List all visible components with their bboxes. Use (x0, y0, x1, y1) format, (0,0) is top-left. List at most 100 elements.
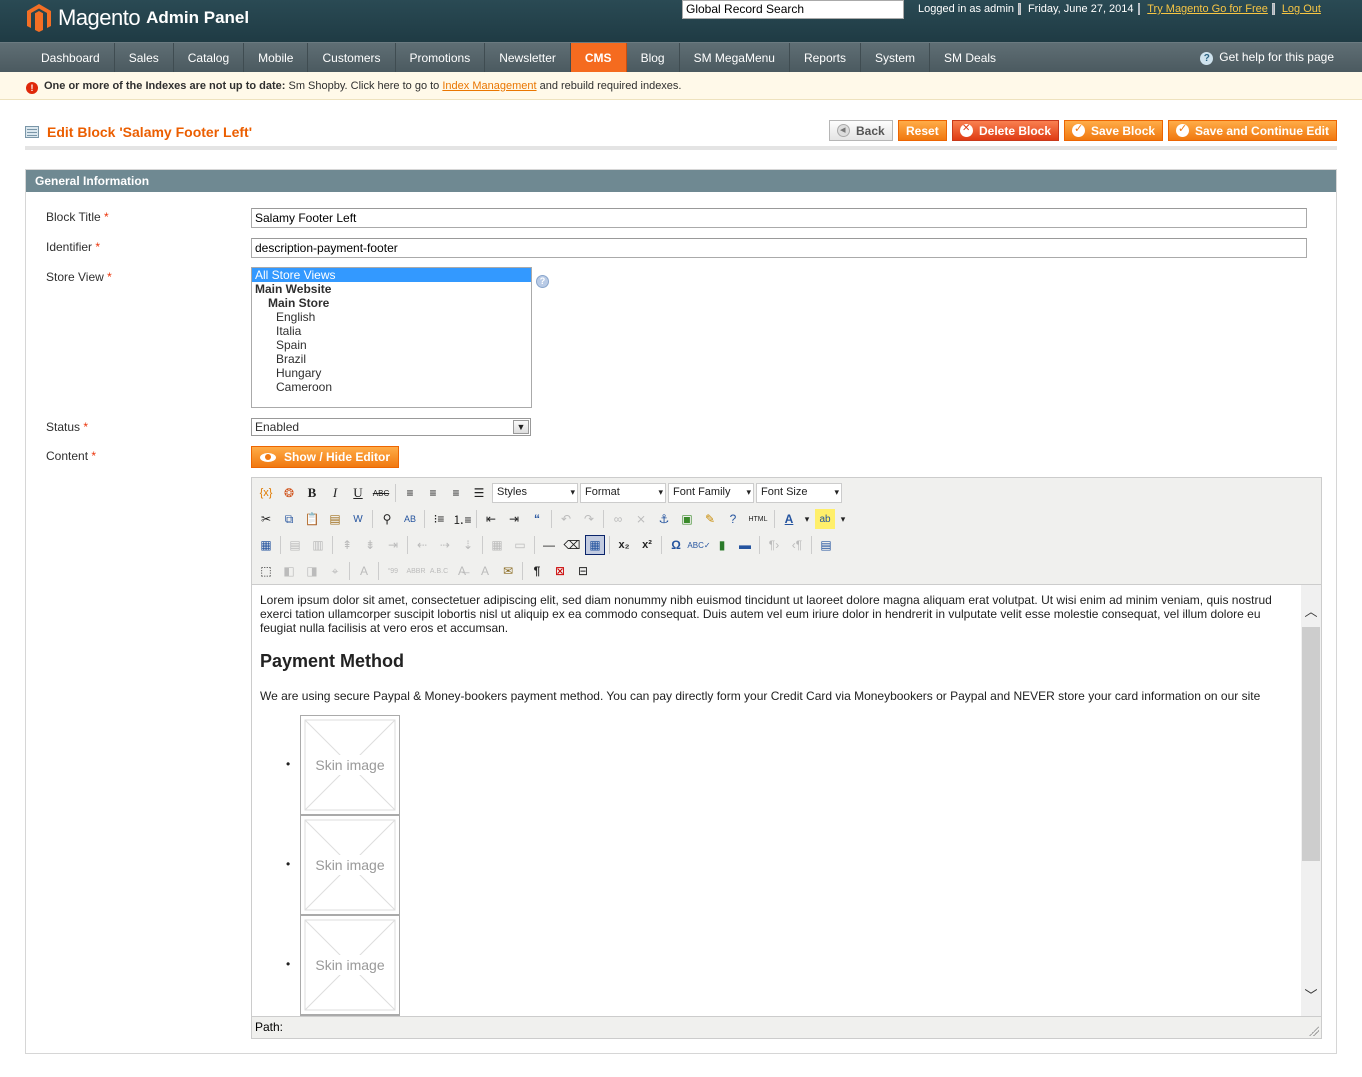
merge-cells-icon[interactable]: ▭ (510, 535, 530, 555)
blockquote-icon[interactable]: “ (527, 509, 547, 529)
preview-icon[interactable]: ▤ (816, 535, 836, 555)
save-block-button[interactable]: Save Block (1064, 120, 1164, 141)
store-option-all[interactable]: All Store Views (252, 268, 531, 282)
align-center-icon[interactable]: ≡ (423, 483, 443, 503)
col-before-icon[interactable]: ⇠ (412, 535, 432, 555)
delete-col-icon[interactable]: ⇣ (458, 535, 478, 555)
cut-icon[interactable]: ✂ (256, 509, 276, 529)
html-source-icon[interactable]: HTML (746, 509, 770, 529)
font-size-select[interactable]: Font Size (756, 483, 842, 503)
delete-row-icon[interactable]: ⇥ (383, 535, 403, 555)
align-left-icon[interactable]: ≡ (400, 483, 420, 503)
nav-promotions[interactable]: Promotions (396, 43, 486, 72)
nav-reports[interactable]: Reports (790, 43, 861, 72)
align-right-icon[interactable]: ≡ (446, 483, 466, 503)
acronym-icon[interactable]: A.B.C (429, 561, 449, 581)
skin-image-placeholder[interactable] (300, 1015, 400, 1016)
paste-text-icon[interactable]: ▤ (325, 509, 345, 529)
scroll-down-icon[interactable]: ﹀ (1304, 985, 1318, 1004)
global-search-input[interactable]: Global Record Search (682, 0, 904, 19)
special-char-icon[interactable]: Ω (666, 535, 686, 555)
delete-block-button[interactable]: Delete Block (952, 120, 1060, 141)
abbr-icon[interactable]: ABBR (406, 561, 426, 581)
skin-image-placeholder[interactable]: Skin image (300, 815, 400, 915)
format-select[interactable]: Format (580, 483, 666, 503)
store-option[interactable]: Hungary (252, 366, 531, 380)
copy-icon[interactable]: ⧉ (279, 509, 299, 529)
row-props-icon[interactable]: ▤ (285, 535, 305, 555)
store-view-multiselect[interactable]: All Store Views Main Website Main Store … (251, 267, 532, 408)
store-option[interactable]: Spain (252, 338, 531, 352)
show-blocks-icon[interactable]: ¶ (527, 561, 547, 581)
chevron-down-icon[interactable]: ▾ (802, 509, 812, 529)
indent-icon[interactable]: ⇥ (504, 509, 524, 529)
store-option[interactable]: Cameroon (252, 380, 531, 394)
move-backward-icon[interactable]: ◨ (302, 561, 322, 581)
help-circle-icon[interactable]: ? (723, 509, 743, 529)
help-link[interactable]: ? Get help for this page (1200, 50, 1334, 65)
nav-mobile[interactable]: Mobile (244, 43, 309, 72)
nav-newsletter[interactable]: Newsletter (485, 43, 571, 72)
rtl-icon[interactable]: ‹¶ (787, 535, 807, 555)
paste-word-icon[interactable]: W (348, 509, 368, 529)
italic-icon[interactable]: I (325, 483, 345, 503)
superscript-icon[interactable]: x² (637, 535, 657, 555)
index-management-link[interactable]: Index Management (442, 80, 536, 92)
scrollbar-thumb[interactable] (1302, 627, 1320, 861)
text-color-icon[interactable]: A (779, 509, 799, 529)
status-select[interactable]: Enabled ▼ (251, 418, 531, 436)
try-magento-link[interactable]: Try Magento Go for Free (1147, 3, 1268, 15)
horizontal-rule-icon[interactable]: — (539, 535, 559, 555)
anchor-icon[interactable]: ⚓ (654, 509, 674, 529)
back-button[interactable]: Back (829, 120, 893, 141)
store-option[interactable]: Brazil (252, 352, 531, 366)
insert-widget-icon[interactable]: ❂ (279, 483, 299, 503)
move-forward-icon[interactable]: ◧ (279, 561, 299, 581)
store-view-help-icon[interactable]: ? (536, 275, 549, 288)
deletion-icon[interactable]: A̶ (452, 561, 472, 581)
strikethrough-icon[interactable]: ABC (371, 483, 391, 503)
cleanup-icon[interactable]: ✎ (700, 509, 720, 529)
redo-icon[interactable]: ↷ (579, 509, 599, 529)
bullet-list-icon[interactable]: ⁝≡ (429, 509, 449, 529)
reset-button[interactable]: Reset (898, 120, 947, 141)
image-icon[interactable]: ▣ (677, 509, 697, 529)
find-icon[interactable]: ⚲ (377, 509, 397, 529)
page-break-icon[interactable]: ⊟ (573, 561, 593, 581)
col-after-icon[interactable]: ⇢ (435, 535, 455, 555)
absolute-icon[interactable]: ⌖ (325, 561, 345, 581)
editor-scrollbar[interactable]: ︿ ﹀ (1301, 585, 1321, 1016)
nav-system[interactable]: System (861, 43, 931, 72)
editor-content-area[interactable]: Lorem ipsum dolor sit amet, consectetuer… (252, 584, 1321, 1017)
subscript-icon[interactable]: x₂ (614, 535, 634, 555)
numbered-list-icon[interactable]: ⒈≡ (452, 509, 472, 529)
row-before-icon[interactable]: ⇞ (337, 535, 357, 555)
underline-icon[interactable]: U (348, 483, 368, 503)
scroll-up-icon[interactable]: ︿ (1304, 601, 1318, 620)
skin-image-placeholder[interactable]: Skin image (300, 915, 400, 1015)
fullscreen-icon[interactable]: ▬ (735, 535, 755, 555)
cite-icon[interactable]: “99 (383, 561, 403, 581)
bold-icon[interactable]: B (302, 483, 322, 503)
media-icon[interactable]: ▮ (712, 535, 732, 555)
font-family-select[interactable]: Font Family (668, 483, 754, 503)
nonbreaking-icon[interactable]: ⊠ (550, 561, 570, 581)
replace-icon[interactable]: AB (400, 509, 420, 529)
show-hide-editor-button[interactable]: Show / Hide Editor (251, 446, 400, 468)
nav-sm-megamenu[interactable]: SM MegaMenu (680, 43, 790, 72)
resize-handle-icon[interactable] (1309, 1026, 1319, 1036)
insertion-icon[interactable]: A (475, 561, 495, 581)
identifier-input[interactable]: description-payment-footer (251, 238, 1307, 258)
logout-link[interactable]: Log Out (1282, 3, 1321, 15)
outdent-icon[interactable]: ⇤ (481, 509, 501, 529)
nav-dashboard[interactable]: Dashboard (27, 43, 115, 72)
unlink-icon[interactable]: ⨯ (631, 509, 651, 529)
store-option[interactable]: English (252, 310, 531, 324)
style-props-icon[interactable]: A (354, 561, 374, 581)
magento-logo[interactable]: Magento Admin Panel (26, 2, 249, 34)
styles-select[interactable]: Styles (492, 483, 578, 503)
insert-variable-icon[interactable]: {x} (256, 483, 276, 503)
visual-aid-icon[interactable]: ▦ (585, 535, 605, 555)
chevron-down-icon[interactable]: ▾ (838, 509, 848, 529)
paste-icon[interactable]: 📋 (302, 509, 322, 529)
